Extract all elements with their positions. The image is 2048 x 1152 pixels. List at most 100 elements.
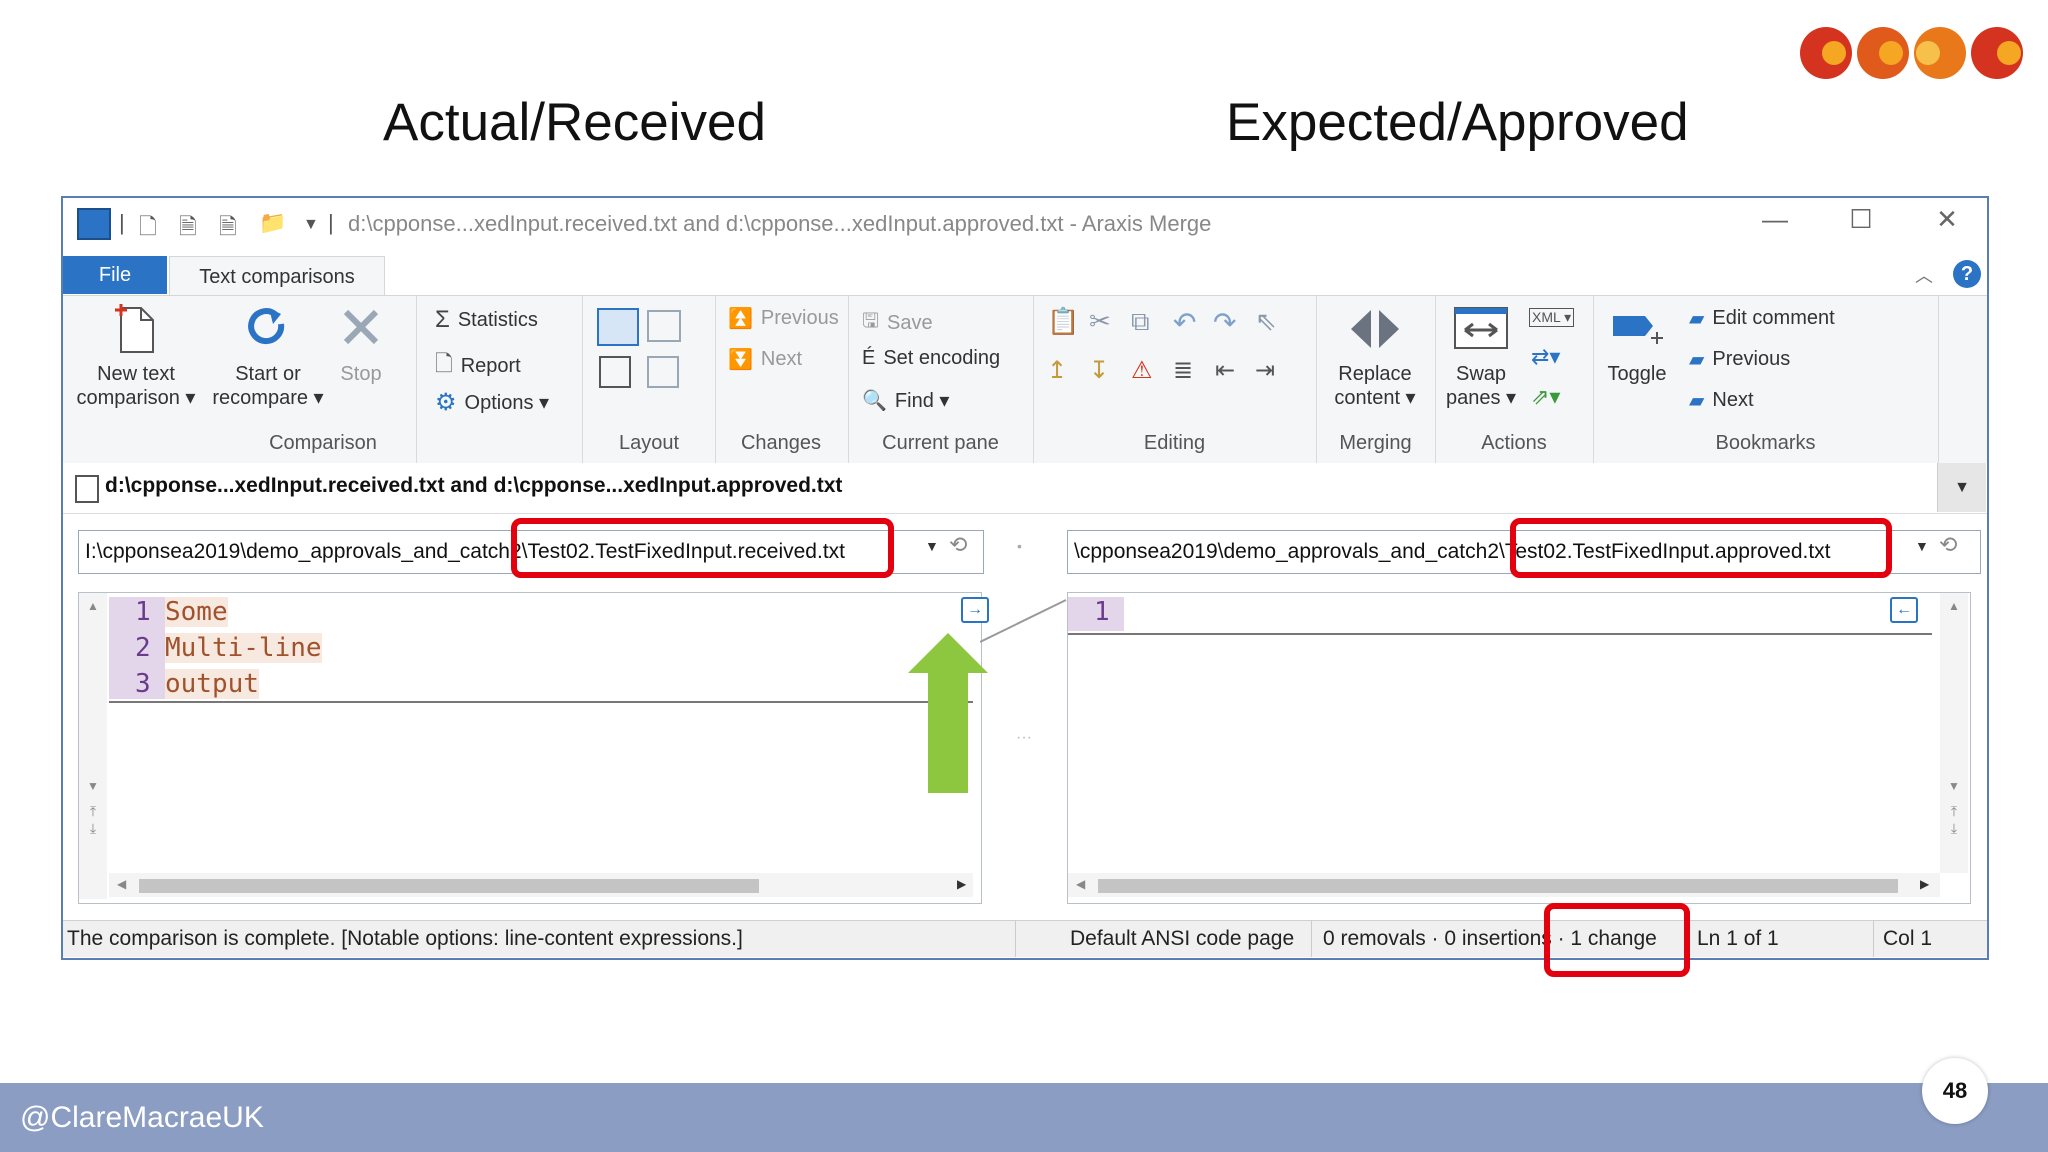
left-vertical-scrollbar[interactable]: ▲ ▼ ⤒ ⤓	[79, 593, 107, 899]
image-compare-icon[interactable]: 🗎	[219, 210, 237, 248]
right-history-icon[interactable]: ⟲	[1939, 532, 1957, 558]
sync-arrows-icon[interactable]: ⇄▾	[1531, 344, 1560, 370]
right-scroll-right-icon[interactable]: ▶	[1920, 877, 1929, 891]
outdent-icon[interactable]: ⇤	[1215, 356, 1235, 385]
previous-bookmark-button[interactable]: ▰ Previous	[1689, 347, 1790, 372]
qat-dropdown-icon[interactable]: ▼	[303, 216, 319, 234]
close-button[interactable]: ✕	[1917, 204, 1977, 235]
new-file-icon[interactable]: 🗋	[139, 210, 157, 248]
new-text-comparison-button[interactable]: New text comparison ▾	[71, 302, 201, 410]
undo-icon[interactable]: ↶	[1173, 306, 1196, 339]
left-history-icon[interactable]: ⟲	[949, 532, 967, 558]
xml-icon[interactable]: XML ▾	[1529, 308, 1575, 327]
swap-label-1: Swap	[1455, 363, 1507, 385]
copy-icon[interactable]: ⧉	[1131, 306, 1150, 338]
new-text-label-2: comparison ▾	[76, 387, 196, 409]
scroll-up-icon[interactable]: ▲	[79, 599, 107, 613]
cut-icon[interactable]: ✂	[1089, 306, 1111, 337]
left-path-dropdown-icon[interactable]: ▼	[925, 538, 939, 554]
report-button[interactable]: 🗋 Report	[435, 347, 521, 385]
scroll-left-icon[interactable]: ◀	[117, 877, 126, 891]
help-icon[interactable]: ?	[1953, 260, 1981, 288]
paste-icon[interactable]: 📋	[1047, 306, 1079, 337]
left-line-3[interactable]: output	[165, 669, 259, 699]
find-button[interactable]: 🔍 Find ▾	[862, 388, 949, 413]
start-or-recompare-button[interactable]: Start or recompare ▾	[208, 302, 328, 410]
comparison-file-names: d:\cpponse...xedInput.received.txt and d…	[105, 474, 843, 497]
find-label: Find ▾	[894, 390, 950, 412]
delete-warning-icon[interactable]: ⚠	[1131, 356, 1153, 385]
save-button[interactable]: 🖫 Save	[862, 306, 933, 340]
replace-label-2: content ▾	[1334, 387, 1416, 409]
qat-separator: |	[119, 210, 125, 235]
right-text-pane[interactable]: 1 ← ▲ ▼ ⤒ ⤓ ◀ ▶	[1067, 592, 1971, 904]
wrap-text-icon[interactable]: ≣	[1173, 356, 1193, 385]
redo-icon[interactable]: ↷	[1213, 306, 1236, 339]
statistics-button[interactable]: Σ Statistics	[435, 306, 538, 334]
previous-change-button[interactable]: ⏫ Previous	[728, 306, 839, 331]
right-horizontal-scrollbar[interactable]: ◀ ▶	[1068, 873, 1940, 897]
footer-handle: @ClareMacraeUK	[20, 1101, 264, 1134]
layout-stacked-three-icon[interactable]	[647, 356, 679, 388]
next-bookmark-icon: ▰	[1689, 390, 1705, 412]
layout-side-by-side-icon[interactable]	[597, 308, 639, 346]
replace-content-button[interactable]: Replace content ▾	[1320, 302, 1430, 410]
previous-change-icon: ⏫	[728, 308, 753, 330]
ribbon: New text comparison ▾ Start or recompare…	[63, 295, 1987, 464]
move-down-icon[interactable]: ↧	[1089, 356, 1109, 385]
maximize-button[interactable]: ☐	[1831, 204, 1891, 235]
editing-group-label: Editing	[1143, 432, 1206, 454]
group-merging: Replace content ▾ Merging	[1316, 296, 1436, 463]
svg-text:···: ···	[1016, 729, 1032, 746]
layout-stacked-icon[interactable]	[599, 356, 631, 388]
app-icon[interactable]	[77, 208, 111, 240]
edit-comment-button[interactable]: ▰ Edit comment	[1689, 306, 1835, 331]
move-up-icon[interactable]: ↥	[1047, 356, 1067, 385]
right-scroll-top-icon[interactable]: ⤒	[1940, 803, 1968, 820]
right-vertical-scrollbar[interactable]: ▲ ▼ ⤒ ⤓	[1940, 593, 1968, 873]
open-external-icon[interactable]: ⇗▾	[1531, 384, 1560, 410]
sigma-icon: Σ	[435, 306, 450, 333]
tab-file[interactable]: File	[63, 256, 167, 294]
next-bookmark-button[interactable]: ▰ Next	[1689, 388, 1754, 413]
layout-three-way-icon[interactable]	[647, 310, 681, 342]
scroll-bottom-icon[interactable]: ⤓	[79, 820, 107, 837]
left-text-pane[interactable]: ▲ ▼ ⤒ ⤓ 1 2 3 Some Multi-line output → ◀…	[78, 592, 989, 904]
scroll-top-icon[interactable]: ⤒	[79, 803, 107, 820]
binary-compare-icon[interactable]: 🗎	[179, 210, 197, 248]
right-path-dropdown-icon[interactable]: ▼	[1915, 538, 1929, 554]
folder-compare-icon[interactable]: 📁	[259, 210, 286, 236]
right-scroll-bottom-icon[interactable]: ⤓	[1940, 820, 1968, 837]
right-scroll-up-icon[interactable]: ▲	[1940, 599, 1968, 613]
left-line-1[interactable]: Some	[165, 597, 228, 627]
collapse-ribbon-icon[interactable]: ︿	[1915, 262, 1933, 288]
conference-logo	[1800, 27, 2023, 79]
report-icon: 🗋	[435, 351, 453, 376]
scroll-right-icon[interactable]: ▶	[957, 877, 966, 891]
right-scroll-left-icon[interactable]: ◀	[1076, 877, 1085, 891]
toggle-bookmark-button[interactable]: Toggle	[1597, 302, 1677, 386]
set-encoding-label: Set encoding	[883, 347, 1001, 369]
tab-text-comparisons[interactable]: Text comparisons	[169, 256, 385, 297]
left-scroll-thumb[interactable]	[139, 879, 759, 893]
select-pointer-icon[interactable]: ⇖	[1255, 306, 1277, 337]
set-encoding-button[interactable]: É Set encoding	[862, 347, 1000, 370]
options-button[interactable]: ⚙ Options ▾	[435, 388, 549, 417]
next-change-button[interactable]: ⏬ Next	[728, 347, 802, 372]
stop-button[interactable]: Stop	[331, 302, 391, 386]
group-current-pane: 🖫 Save É Set encoding 🔍 Find ▾ Current pane	[848, 296, 1034, 463]
minimize-button[interactable]: —	[1745, 204, 1805, 235]
scroll-down-icon[interactable]: ▼	[79, 779, 107, 793]
window-title: d:\cpponse...xedInput.received.txt and d…	[348, 211, 1212, 236]
left-horizontal-scrollbar[interactable]: ◀ ▶	[109, 873, 973, 897]
copy-left-icon[interactable]: ←	[1890, 597, 1918, 623]
swap-panes-button[interactable]: Swap panes ▾	[1441, 302, 1521, 410]
right-scroll-down-icon[interactable]: ▼	[1940, 779, 1968, 793]
highlight-approved-filename	[1510, 518, 1892, 578]
pane-link-dot: •	[1017, 538, 1022, 554]
header-dropdown-icon[interactable]: ▼	[1937, 463, 1986, 512]
right-scroll-thumb[interactable]	[1098, 879, 1898, 893]
left-line-number-1: 1	[135, 597, 151, 627]
left-line-2[interactable]: Multi-line	[165, 633, 322, 663]
indent-icon[interactable]: ⇥	[1255, 356, 1275, 385]
